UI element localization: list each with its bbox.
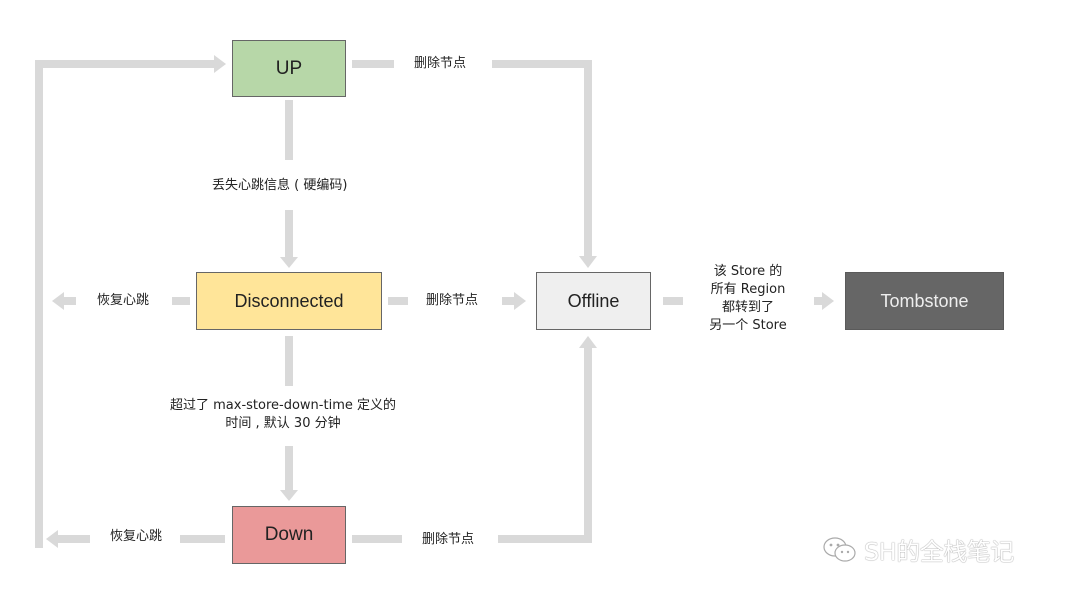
arrowhead-to-up (214, 55, 226, 73)
arrowhead-to-down (280, 490, 298, 501)
state-disconnected-node: Disconnected (196, 272, 382, 330)
state-up-label: UP (275, 57, 303, 79)
connector-up-offline-a (352, 60, 394, 68)
edge-label-timeout: 超过了 max-store-down-time 定义的 时间 , 默认 30 分… (160, 397, 406, 433)
connector-offline-tomb-a (663, 297, 683, 305)
state-tombstone-label: Tombstone (880, 290, 969, 311)
edge-label-down-recover-heartbeat: 恢复心跳 (110, 529, 163, 544)
connector-up-offline-c (584, 60, 592, 258)
edge-label-region-transfer: 该 Store 的 所有 Region 都转到了 另一个 Store (690, 263, 806, 335)
state-down-label: Down (264, 524, 314, 545)
edge-label-region-line1: 该 Store 的 (713, 264, 783, 279)
connector-up-offline-b (492, 60, 592, 68)
arrowhead-disc-recover (52, 292, 64, 310)
state-up-node: UP (232, 40, 346, 97)
arrowhead-disc-offline (514, 292, 526, 310)
edge-label-region-line2: 所有 Region (710, 282, 786, 297)
connector-left-vertical (35, 60, 43, 548)
arrowhead-to-tombstone (822, 292, 834, 310)
connector-disc-down-b (285, 446, 293, 492)
arrowhead-to-offline-top (579, 256, 597, 268)
watermark-text: SH的全栈笔记 (864, 538, 1014, 566)
edge-label-down-delete-node: 删除节点 (422, 532, 475, 547)
connector-left-top (35, 60, 215, 68)
edge-label-timeout-line2: 时间 , 默认 30 分钟 (225, 416, 341, 431)
connector-down-offline-b (498, 535, 592, 543)
state-disconnected-label: Disconnected (234, 290, 344, 311)
connector-disc-down-a (285, 336, 293, 386)
connector-disc-offline-a (388, 297, 408, 305)
edge-label-disc-recover-heartbeat: 恢复心跳 (97, 293, 150, 308)
connector-up-disc-b (285, 210, 293, 258)
state-down-node: Down (232, 506, 346, 564)
edge-label-timeout-line1: 超过了 max-store-down-time 定义的 (170, 398, 396, 413)
connector-down-left-a (180, 535, 225, 543)
wechat-icon (823, 536, 856, 562)
watermark: SH的全栈笔记 (822, 532, 1014, 567)
connector-disc-left-a (172, 297, 190, 305)
edge-label-lost-heartbeat: 丢失心跳信息 ( 硬编码) (212, 178, 348, 193)
connector-down-left-b (56, 535, 90, 543)
state-offline-label: Offline (567, 290, 620, 311)
state-tombstone-node: Tombstone (845, 272, 1004, 330)
state-offline-node: Offline (536, 272, 651, 330)
edge-label-disc-delete-node: 删除节点 (426, 293, 479, 308)
edge-label-region-line3: 都转到了 (721, 300, 774, 315)
connector-disc-offline-b (502, 297, 516, 305)
connector-down-offline-a (352, 535, 402, 543)
arrowhead-to-offline-bottom (579, 336, 597, 348)
connector-down-offline-c (584, 346, 592, 543)
edge-label-up-delete-node: 删除节点 (414, 56, 467, 71)
connector-up-disc-a (285, 100, 293, 160)
arrowhead-to-disconnected (280, 257, 298, 268)
arrowhead-down-recover (46, 530, 58, 548)
connector-disc-left-b (62, 297, 76, 305)
edge-label-region-line4: 另一个 Store (709, 318, 787, 333)
